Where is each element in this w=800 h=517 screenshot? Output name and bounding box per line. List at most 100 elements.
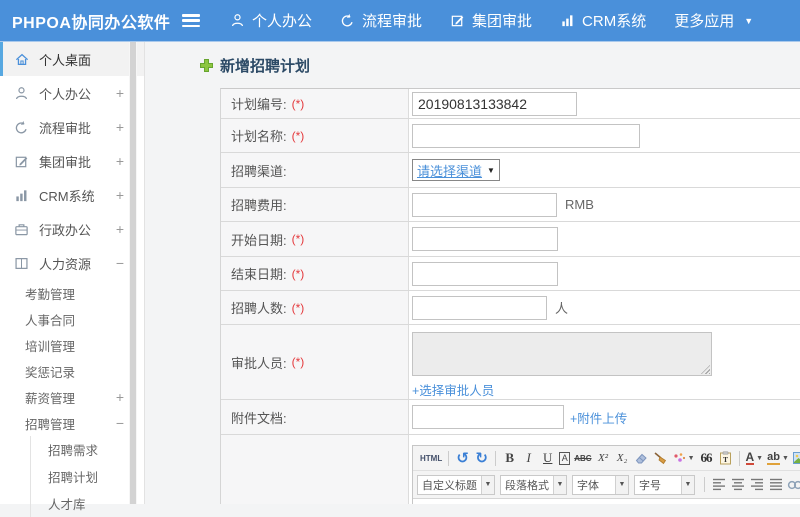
image-icon	[793, 452, 800, 464]
heading-select[interactable]: 自定义标题 ▼	[417, 474, 495, 495]
sidebar-item-recruit-demand[interactable]: 招聘需求	[31, 436, 144, 463]
paste-button[interactable]: T	[718, 449, 733, 467]
highlight-color-button[interactable]: ab ▼	[767, 449, 789, 467]
toolbar-divider	[738, 450, 740, 466]
expand-plus-icon[interactable]: +	[116, 221, 124, 237]
sidebar-item-salary[interactable]: 薪资管理 +	[0, 384, 144, 410]
field-label: 附件文档:	[231, 410, 287, 426]
redo-button[interactable]: ↻	[474, 449, 489, 467]
recruit-cost-input[interactable]	[412, 192, 557, 217]
field-label: 招聘渠道:	[231, 163, 287, 179]
collapse-minus-icon[interactable]: −	[116, 415, 124, 431]
book-icon	[14, 256, 31, 271]
editor-content-area[interactable]	[413, 498, 800, 504]
expand-plus-icon[interactable]: +	[116, 119, 124, 135]
eraser-button[interactable]	[634, 449, 649, 467]
toolbar-divider	[448, 450, 450, 466]
expand-plus-icon[interactable]: +	[116, 389, 124, 405]
sidebar-item-admin-office[interactable]: 行政办公 +	[0, 212, 144, 246]
link-button[interactable]	[787, 476, 800, 494]
paragraph-format-select[interactable]: 段落格式 ▼	[500, 474, 567, 495]
field-label: 计划名称:	[231, 129, 287, 144]
editor-toolbar-row1: HTML ↺ ↻ B I U A ABC X² X₂ ▼ 66 T A ▼ ab…	[413, 446, 800, 471]
resize-handle-icon[interactable]	[701, 365, 710, 374]
autotypeset-button[interactable]: A	[559, 451, 571, 465]
sidebar-item-personal-office[interactable]: 个人办公 +	[0, 76, 144, 110]
format-brush-button[interactable]	[653, 449, 668, 467]
sidebar-subitem-label: 人事合同	[25, 313, 76, 328]
hamburger-menu-icon[interactable]	[182, 14, 200, 27]
sidebar-subitem-label: 招聘管理	[25, 417, 76, 432]
recruit-channel-select[interactable]: 请选择渠道 ▼	[412, 159, 500, 181]
sidebar-item-process-approval[interactable]: 流程审批 +	[0, 110, 144, 144]
form-row-editor: HTML ↺ ↻ B I U A ABC X² X₂ ▼ 66 T A ▼ ab…	[221, 435, 800, 504]
rich-text-editor: HTML ↺ ↻ B I U A ABC X² X₂ ▼ 66 T A ▼ ab…	[412, 445, 800, 504]
nav-crm-system[interactable]: CRM系统	[546, 10, 660, 31]
subscript-button[interactable]: X₂	[615, 449, 630, 467]
sidebar-item-group-approval[interactable]: 集团审批 +	[0, 144, 144, 178]
sidebar-item-label: 人力资源	[39, 256, 92, 272]
plan-number-input[interactable]	[412, 91, 577, 116]
process-arrow-icon	[14, 120, 31, 135]
plan-name-input[interactable]	[412, 123, 640, 148]
superscript-button[interactable]: X²	[596, 449, 611, 467]
undo-button[interactable]: ↺	[455, 449, 470, 467]
recruitment-plan-form: 计划编号: (*) 计划名称: (*) 招聘渠道: 请选择渠道 ▼ 招聘费用: RM…	[220, 88, 800, 504]
caret-down-icon: ▼	[553, 475, 566, 494]
field-label: 招聘费用:	[231, 198, 287, 213]
attachment-input[interactable]	[412, 405, 564, 429]
form-row-headcount: 招聘人数: (*) 人	[221, 291, 800, 325]
insert-image-button[interactable]	[793, 449, 800, 467]
font-color-button[interactable]: A ▼	[745, 449, 763, 467]
end-date-input[interactable]	[412, 261, 558, 286]
sidebar-item-personal-desktop[interactable]: 个人桌面	[0, 42, 144, 76]
html-source-button[interactable]: HTML	[420, 449, 442, 467]
caret-down-icon: ▼	[687, 454, 695, 462]
nav-group-approval[interactable]: 集团审批	[436, 10, 546, 31]
font-family-select[interactable]: 字体 ▼	[572, 474, 629, 495]
sidebar-item-training[interactable]: 培训管理	[0, 332, 144, 358]
sidebar-item-recruit-plan[interactable]: 招聘计划	[31, 463, 144, 490]
sidebar-item-hr-contract[interactable]: 人事合同	[0, 306, 144, 332]
collapse-minus-icon[interactable]: −	[116, 255, 124, 271]
expand-plus-icon[interactable]: +	[116, 85, 124, 101]
headcount-input[interactable]	[412, 295, 547, 320]
expand-plus-icon[interactable]: +	[116, 187, 124, 203]
align-center-button[interactable]	[730, 476, 745, 494]
caret-down-icon: ▼	[744, 15, 754, 26]
nav-process-approval[interactable]: 流程审批	[326, 10, 436, 31]
sidebar-item-recruit-management[interactable]: 招聘管理 −	[0, 410, 144, 436]
bold-button[interactable]: B	[502, 449, 517, 467]
blockquote-button[interactable]: 66	[699, 449, 714, 467]
sidebar-scrollbar[interactable]	[129, 42, 137, 504]
font-size-select[interactable]: 字号 ▼	[634, 474, 695, 495]
sidebar-item-human-resources[interactable]: 人力资源 −	[0, 246, 144, 280]
paint-format-button[interactable]: ▼	[672, 449, 695, 467]
broom-icon	[654, 452, 667, 465]
sidebar-item-label: 流程审批	[39, 120, 92, 136]
font-color-letter: A	[745, 450, 755, 465]
field-label: 招聘人数:	[231, 301, 287, 316]
nav-label: CRM系统	[582, 13, 647, 30]
sidebar-item-reward-punishment[interactable]: 奖惩记录	[0, 358, 144, 384]
align-left-icon	[712, 478, 725, 491]
nav-personal-office[interactable]: 个人办公	[216, 10, 326, 31]
sidebar-item-crm-system[interactable]: CRM系统 +	[0, 178, 144, 212]
align-left-button[interactable]	[711, 476, 726, 494]
scrollbar-thumb[interactable]	[130, 42, 136, 504]
align-right-button[interactable]	[749, 476, 764, 494]
start-date-input[interactable]	[412, 227, 558, 251]
approvers-textarea[interactable]	[412, 332, 712, 376]
attachment-upload-link[interactable]: +附件上传	[570, 408, 627, 427]
underline-button[interactable]: U	[540, 449, 555, 467]
bar-chart-icon	[560, 13, 575, 28]
form-row-end-date: 结束日期: (*)	[221, 257, 800, 291]
italic-button[interactable]: I	[521, 449, 536, 467]
sidebar-item-attendance[interactable]: 考勤管理	[0, 280, 144, 306]
select-approvers-link[interactable]: +选择审批人员	[412, 380, 494, 399]
nav-label: 更多应用	[674, 13, 735, 30]
nav-more-apps[interactable]: 更多应用 ▼	[660, 10, 767, 31]
align-justify-button[interactable]	[768, 476, 783, 494]
expand-plus-icon[interactable]: +	[116, 153, 124, 169]
strikethrough-button[interactable]: ABC	[574, 449, 591, 467]
